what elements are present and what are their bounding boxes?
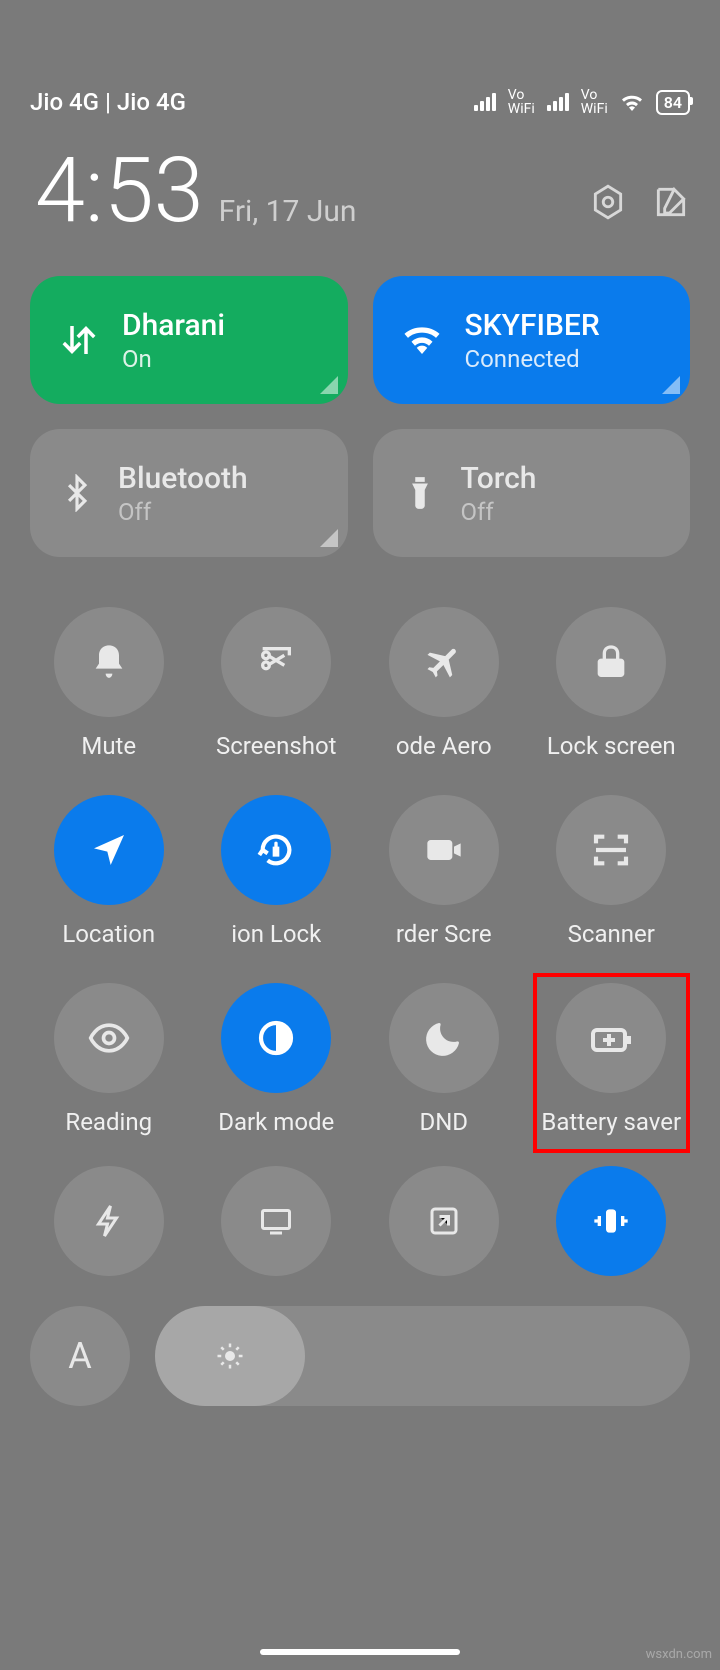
toggle-label: Screenshot bbox=[216, 732, 337, 760]
toggle-label: Dark mode bbox=[218, 1108, 334, 1136]
quick-charge-toggle[interactable] bbox=[30, 1166, 188, 1276]
rotation-lock-toggle[interactable]: ion Lock bbox=[198, 795, 356, 948]
time-text: 4:53 bbox=[35, 146, 204, 236]
dnd-toggle[interactable]: DND bbox=[365, 983, 523, 1136]
monitor-icon bbox=[258, 1203, 294, 1239]
settings-icon[interactable] bbox=[589, 183, 627, 221]
brightness-fill bbox=[155, 1306, 305, 1406]
wifi-icon bbox=[620, 93, 644, 111]
battery-saver-toggle[interactable]: Battery saver bbox=[533, 983, 691, 1136]
vibrate-icon bbox=[591, 1201, 631, 1241]
toggle-label: ion Lock bbox=[231, 920, 321, 948]
floating-window-icon bbox=[426, 1203, 462, 1239]
tile-title: Bluetooth bbox=[118, 461, 248, 496]
toggle-row-1: Mute Screenshot ode Aero Lock screen bbox=[0, 557, 720, 760]
clock-block: 4:53 Fri, 17 Jun bbox=[35, 146, 357, 236]
expand-corner-icon[interactable] bbox=[320, 529, 338, 547]
toggle-label: Mute bbox=[81, 732, 136, 760]
date-text: Fri, 17 Jun bbox=[219, 194, 357, 229]
bluetooth-tile[interactable]: Bluetooth Off bbox=[30, 429, 348, 557]
font-size-label: A bbox=[68, 1335, 91, 1377]
tile-sub: On bbox=[122, 345, 225, 373]
bolt-icon bbox=[91, 1203, 127, 1239]
status-icons: VoWiFi VoWiFi 84 bbox=[474, 88, 690, 116]
battery-level: 84 bbox=[656, 90, 690, 115]
bell-icon bbox=[89, 642, 129, 682]
toggle-row-2: Location ion Lock rder Scre Scanner bbox=[0, 760, 720, 948]
highlight-annotation bbox=[533, 973, 691, 1153]
toggle-label: Scanner bbox=[568, 920, 655, 948]
moon-icon bbox=[424, 1018, 464, 1058]
scanner-toggle[interactable]: Scanner bbox=[533, 795, 691, 948]
vowifi-icon-1: VoWiFi bbox=[508, 88, 535, 116]
screenshot-toggle[interactable]: Screenshot bbox=[198, 607, 356, 760]
tile-sub: Off bbox=[118, 498, 248, 526]
torch-icon bbox=[401, 474, 439, 512]
header: 4:53 Fri, 17 Jun bbox=[0, 116, 720, 236]
tile-title: Dharani bbox=[122, 308, 225, 343]
vowifi-icon-2: VoWiFi bbox=[581, 88, 608, 116]
mobile-data-icon bbox=[58, 319, 100, 361]
watermark-text: wsxdn.com bbox=[646, 1647, 712, 1662]
bottom-toggle-row bbox=[0, 1136, 720, 1276]
cast-toggle[interactable] bbox=[198, 1166, 356, 1276]
toggle-row-3: Reading Dark mode DND Battery saver bbox=[0, 948, 720, 1136]
wifi-icon bbox=[401, 319, 443, 361]
toggle-label: Lock screen bbox=[547, 732, 676, 760]
lock-icon bbox=[591, 642, 631, 682]
airplane-icon bbox=[424, 642, 464, 682]
scanner-icon bbox=[591, 830, 631, 870]
tile-sub: Off bbox=[461, 498, 537, 526]
video-camera-icon bbox=[424, 830, 464, 870]
dark-mode-toggle[interactable]: Dark mode bbox=[198, 983, 356, 1136]
brightness-row: A bbox=[0, 1276, 720, 1406]
location-toggle[interactable]: Location bbox=[30, 795, 188, 948]
floating-window-toggle[interactable] bbox=[365, 1166, 523, 1276]
brightness-icon bbox=[215, 1341, 245, 1371]
screen-recorder-toggle[interactable]: rder Scre bbox=[365, 795, 523, 948]
tile-title: SKYFIBER bbox=[465, 308, 600, 343]
signal-icon-1 bbox=[474, 93, 496, 111]
edit-icon[interactable] bbox=[652, 183, 690, 221]
reading-mode-toggle[interactable]: Reading bbox=[30, 983, 188, 1136]
font-size-toggle[interactable]: A bbox=[30, 1306, 130, 1406]
tile-title: Torch bbox=[461, 461, 537, 496]
expand-corner-icon[interactable] bbox=[320, 376, 338, 394]
vibrate-toggle[interactable] bbox=[533, 1166, 691, 1276]
toggle-label: ode Aero bbox=[396, 732, 492, 760]
torch-tile[interactable]: Torch Off bbox=[373, 429, 691, 557]
location-arrow-icon bbox=[89, 830, 129, 870]
home-indicator[interactable] bbox=[260, 1649, 460, 1655]
scissors-icon bbox=[256, 642, 296, 682]
brightness-slider[interactable] bbox=[155, 1306, 690, 1406]
tile-sub: Connected bbox=[465, 345, 600, 373]
dark-mode-icon bbox=[256, 1018, 296, 1058]
toggle-label: Location bbox=[62, 920, 155, 948]
toggle-label: DND bbox=[419, 1108, 468, 1136]
mute-toggle[interactable]: Mute bbox=[30, 607, 188, 760]
rotation-lock-icon bbox=[256, 830, 296, 870]
bluetooth-icon bbox=[58, 474, 96, 512]
toggle-label: rder Scre bbox=[396, 920, 492, 948]
lock-screen-toggle[interactable]: Lock screen bbox=[533, 607, 691, 760]
signal-icon-2 bbox=[547, 93, 569, 111]
expand-corner-icon[interactable] bbox=[662, 376, 680, 394]
eye-icon bbox=[87, 1016, 131, 1060]
mobile-data-tile[interactable]: Dharani On bbox=[30, 276, 348, 404]
airplane-toggle[interactable]: ode Aero bbox=[365, 607, 523, 760]
status-bar: Jio 4G | Jio 4G VoWiFi VoWiFi 84 bbox=[0, 70, 720, 116]
wifi-tile[interactable]: SKYFIBER Connected bbox=[373, 276, 691, 404]
toggle-label: Reading bbox=[65, 1108, 152, 1136]
carrier-text: Jio 4G | Jio 4G bbox=[30, 88, 186, 116]
